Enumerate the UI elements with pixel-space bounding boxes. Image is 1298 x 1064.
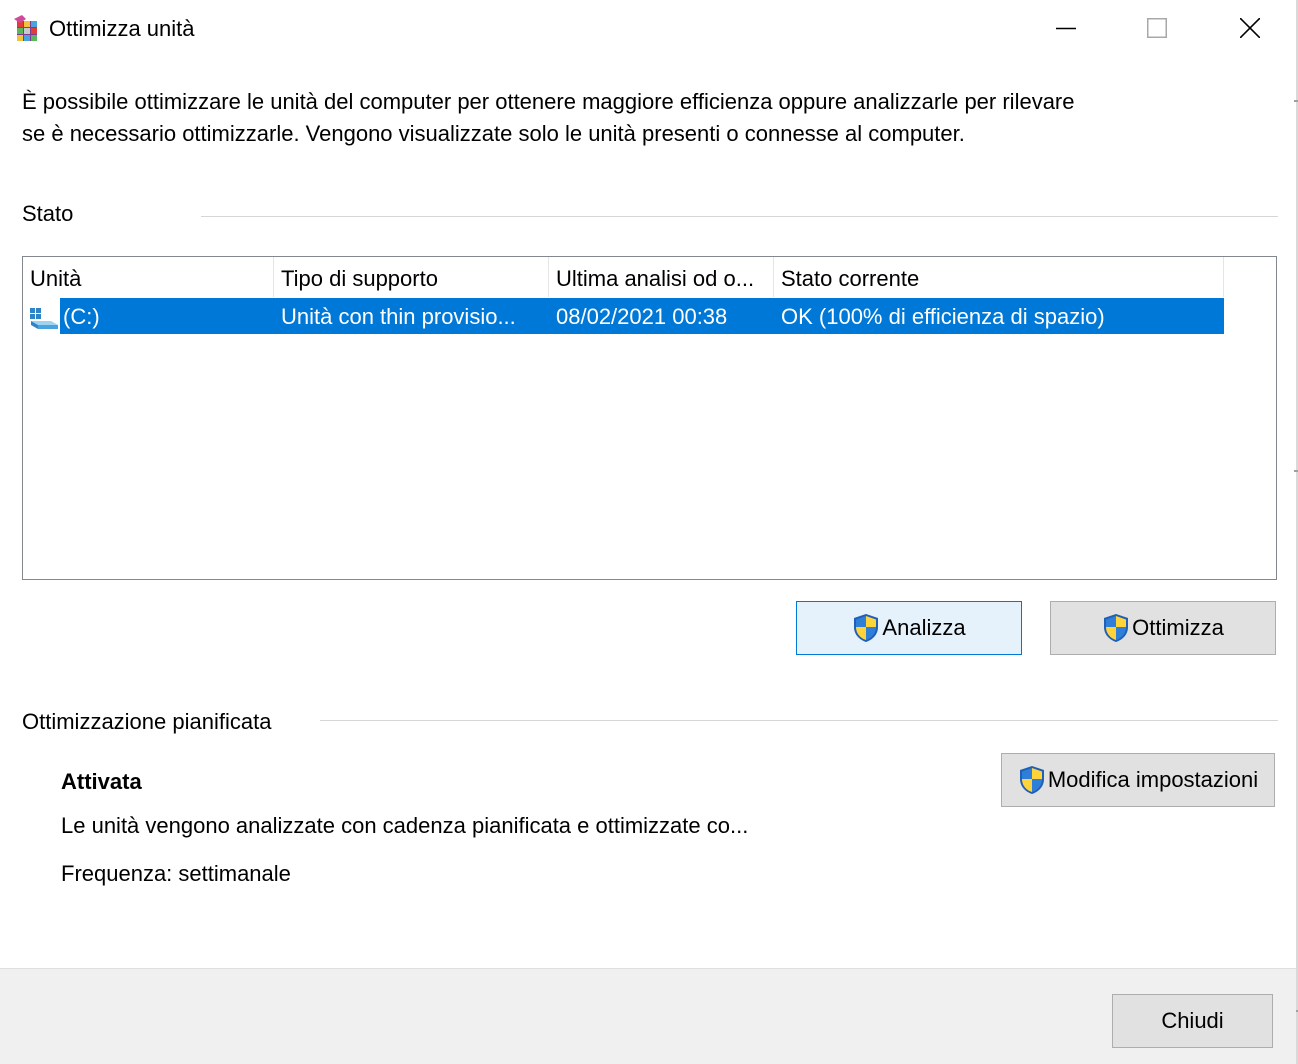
window-title: Ottimizza unità (49, 16, 195, 41)
scheduled-state: Attivata (61, 769, 142, 794)
cell-last-run: 08/02/2021 00:38 (556, 304, 728, 329)
analyze-button[interactable]: Analizza (796, 601, 1022, 655)
status-group-label: Stato (22, 201, 74, 226)
column-header-drive[interactable]: Unità (23, 257, 273, 297)
optimize-label: Ottimizza (1132, 615, 1224, 640)
uac-shield-icon (1104, 614, 1129, 642)
optimize-drives-window: Ottimizza unità È possibile ottimizzare … (0, 0, 1298, 1064)
column-header-last-run[interactable]: Ultima analisi od o... (549, 257, 773, 297)
change-settings-label: Modifica impostazioni (1047, 767, 1259, 792)
uac-shield-icon (854, 614, 879, 642)
minimize-button[interactable] (1020, 0, 1112, 56)
edge-mark (1294, 100, 1298, 102)
column-header-media-type[interactable]: Tipo di supporto (274, 257, 548, 297)
optimize-button[interactable]: Ottimizza (1050, 601, 1276, 655)
defrag-icon (14, 15, 37, 41)
title-bar[interactable]: Ottimizza unità (0, 0, 1298, 58)
scheduled-group-label: Ottimizzazione pianificata (22, 709, 272, 734)
close-dialog-label: Chiudi (1161, 1008, 1224, 1033)
maximize-icon (1147, 18, 1167, 38)
scheduled-description: Le unità vengono analizzate con cadenza … (61, 813, 749, 838)
drive-icon (30, 308, 58, 329)
close-button[interactable] (1204, 0, 1296, 56)
close-dialog-button[interactable]: Chiudi (1112, 994, 1273, 1048)
cell-current-status: OK (100% di efficienza di spazio) (781, 304, 1105, 329)
drives-list[interactable]: Unità Tipo di supporto Ultima analisi od… (22, 256, 1277, 580)
minimize-icon (1056, 27, 1076, 30)
uac-shield-icon (1019, 766, 1044, 794)
change-settings-button[interactable]: Modifica impostazioni (1001, 753, 1275, 807)
scheduled-group-divider (320, 720, 1278, 721)
column-divider[interactable] (1223, 257, 1224, 297)
edge-mark (1294, 470, 1298, 472)
status-group-divider (201, 216, 1278, 217)
list-header: Unità Tipo di supporto Ultima analisi od… (23, 257, 1224, 297)
footer-bar: Chiudi (0, 968, 1296, 1064)
description-line-1: È possibile ottimizzare le unità del com… (22, 89, 1075, 114)
description-text: È possibile ottimizzare le unità del com… (22, 86, 1222, 150)
description-line-2: se è necessario ottimizzarle. Vengono vi… (22, 121, 965, 146)
cell-drive: (C:) (63, 304, 100, 329)
table-row[interactable]: (C:) Unità con thin provisio... 08/02/20… (23, 298, 1224, 334)
maximize-button[interactable] (1111, 0, 1203, 56)
scheduled-frequency: Frequenza: settimanale (61, 861, 291, 886)
close-icon (1240, 18, 1260, 38)
column-header-current-status[interactable]: Stato corrente (774, 257, 1223, 297)
cell-media-type: Unità con thin provisio... (281, 304, 516, 329)
analyze-label: Analizza (882, 615, 966, 640)
